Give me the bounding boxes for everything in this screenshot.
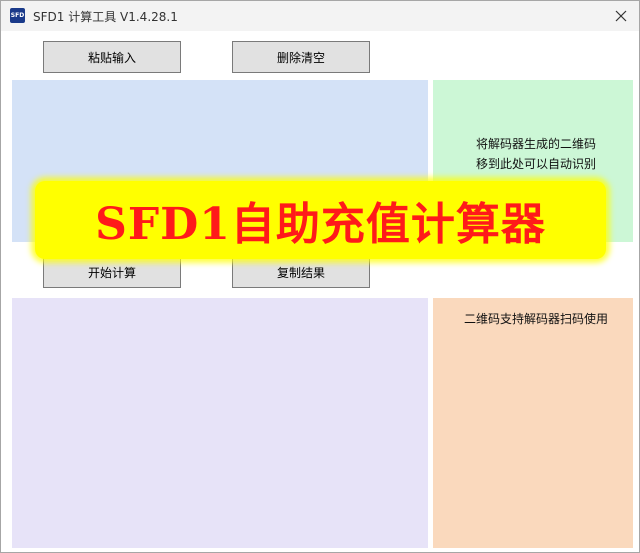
qr-drop-hint-line1: 将解码器生成的二维码 — [475, 137, 596, 151]
app-icon: SFD — [10, 8, 25, 23]
output-text-area[interactable] — [12, 298, 428, 548]
promo-banner: SFD1自助充值计算器 — [35, 181, 606, 259]
paste-input-button[interactable]: 粘贴输入 — [43, 41, 181, 73]
window-title: SFD1 计算工具 V1.4.28.1 — [33, 10, 178, 24]
title-bar[interactable]: SFD SFD1 计算工具 V1.4.28.1 — [1, 1, 639, 31]
qr-code-panel: 二维码支持解码器扫码使用 — [433, 298, 633, 548]
close-icon[interactable] — [611, 6, 631, 26]
banner-text: SFD1自助充值计算器 — [95, 199, 546, 250]
start-calc-button[interactable]: 开始计算 — [43, 256, 181, 288]
qr-drop-hint-line2: 移到此处可以自动识别 — [475, 157, 596, 171]
copy-result-button[interactable]: 复制结果 — [232, 256, 370, 288]
app-window: SFD SFD1 计算工具 V1.4.28.1 粘贴输入 删除清空 将解码器生成… — [0, 0, 640, 553]
delete-clear-button[interactable]: 删除清空 — [232, 41, 370, 73]
qr-info-text: 二维码支持解码器扫码使用 — [463, 312, 608, 326]
